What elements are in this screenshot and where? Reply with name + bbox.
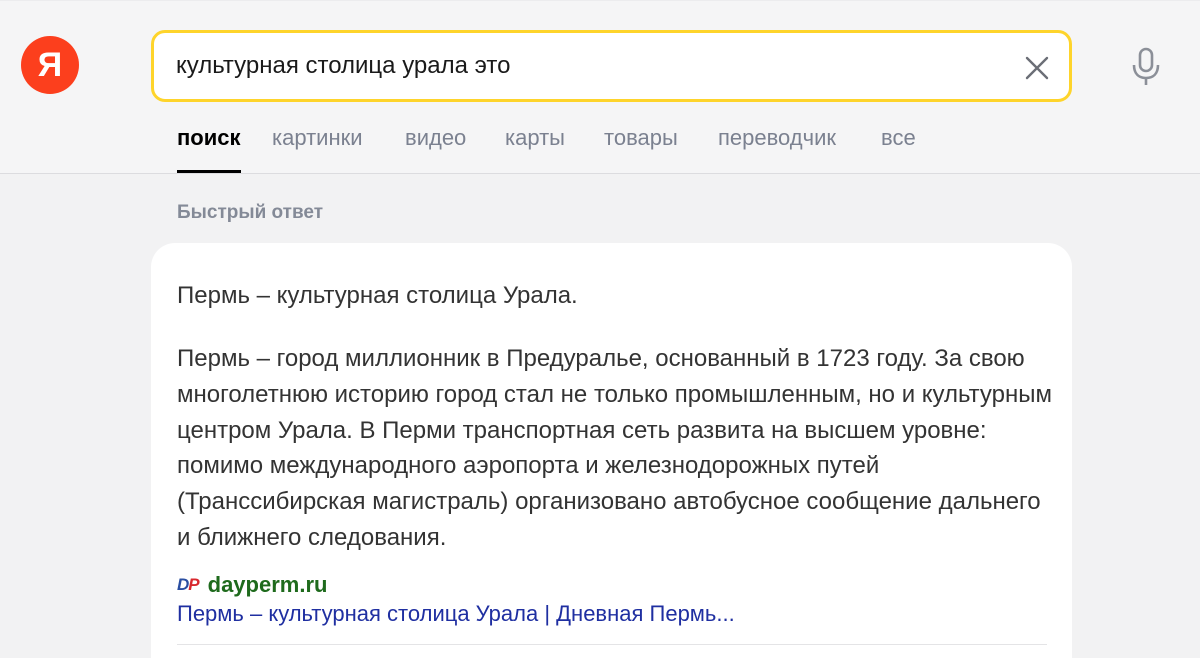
voice-search-button[interactable] [1128, 45, 1164, 89]
tab-maps[interactable]: карты [505, 119, 565, 175]
source-link[interactable]: Пермь – культурная столица Урала | Дневн… [177, 601, 1057, 627]
close-icon [1025, 56, 1049, 80]
search-results-page: Я поиск картинки видео карты товары пере [0, 0, 1200, 658]
clear-button[interactable] [1022, 53, 1052, 83]
divider [177, 644, 1047, 645]
search-tabs: поиск картинки видео карты товары перево… [0, 119, 1200, 175]
quick-answer-card: Пермь – культурная столица Урала. Пермь … [151, 243, 1072, 658]
answer-title: Пермь – культурная столица Урала. [177, 282, 578, 309]
source-domain[interactable]: dayperm.ru [208, 572, 328, 598]
yandex-logo[interactable]: Я [21, 36, 79, 94]
favicon-letter-d: D [177, 575, 189, 594]
answer-body: Пермь – город миллионник в Предуралье, о… [177, 345, 1052, 551]
search-box[interactable] [151, 30, 1072, 102]
microphone-icon [1132, 47, 1160, 85]
tab-all[interactable]: все [881, 119, 916, 175]
site-favicon-icon: DP [177, 575, 200, 595]
quick-answer-label: Быстрый ответ [177, 202, 324, 223]
answer-source[interactable]: DP dayperm.ru [177, 572, 328, 598]
favicon-letter-p: P [188, 575, 199, 594]
tab-images[interactable]: картинки [272, 119, 363, 175]
tab-video[interactable]: видео [405, 119, 466, 175]
tab-search[interactable]: поиск [177, 119, 241, 175]
header: Я поиск картинки видео карты товары пере [0, 0, 1200, 174]
tab-products[interactable]: товары [604, 119, 678, 175]
tab-translator[interactable]: переводчик [718, 119, 836, 175]
logo-letter: Я [37, 45, 63, 84]
search-input[interactable] [176, 33, 996, 99]
